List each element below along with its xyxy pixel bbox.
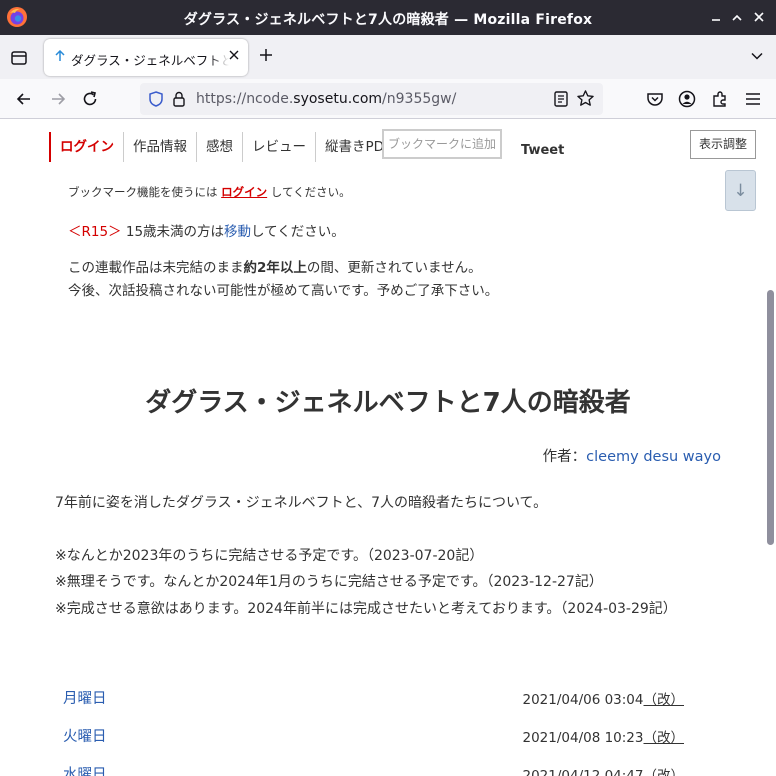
summary-lead: 7年前に姿を消したダグラス・ジェネルベフトと、7人の暗殺者たちについて。 bbox=[55, 495, 548, 511]
window-titlebar: ダグラス・ジェネルベフトと7人の暗殺者 — Mozilla Firefox bbox=[0, 0, 776, 35]
tab-close-icon[interactable] bbox=[227, 48, 241, 66]
url-host: syosetu.com bbox=[293, 91, 383, 107]
chapter-row: 水曜日 2021/04/12 04:47（改） bbox=[50, 754, 684, 776]
url-scheme: https:// bbox=[196, 91, 247, 107]
r15-move-link[interactable]: 移動 bbox=[224, 224, 251, 240]
shield-icon[interactable] bbox=[147, 90, 165, 108]
close-window-icon[interactable] bbox=[750, 8, 768, 26]
notice-line1-after: の間、更新されていません。 bbox=[306, 260, 482, 276]
url-text[interactable]: https://ncode.syosetu.com/n9355gw/ bbox=[196, 91, 456, 107]
chapter-revised-mark[interactable]: （改） bbox=[644, 692, 685, 708]
pocket-icon[interactable] bbox=[645, 89, 665, 109]
chapter-link[interactable]: 月曜日 bbox=[63, 687, 107, 708]
author-label: 作者： bbox=[542, 449, 587, 465]
navigation-toolbar: https://ncode.syosetu.com/n9355gw/ bbox=[0, 79, 776, 119]
notice-line-2: 今後、次話投稿されない可能性が極めて高いです。予めご了承下さい。 bbox=[68, 283, 499, 299]
page-content: ログイン 作品情報 感想 レビュー 縦書きPDF ブックマークに追加 Tweet… bbox=[0, 120, 776, 776]
chapter-revised-mark[interactable]: （改） bbox=[644, 768, 685, 776]
r15-before: 15歳未満の方は bbox=[121, 224, 225, 240]
notice-line1-bold: 約2年以上 bbox=[243, 260, 307, 276]
window-title: ダグラス・ジェネルベフトと7人の暗殺者 — Mozilla Firefox bbox=[183, 12, 593, 28]
novel-title: ダグラス・ジェネルベフトと7人の暗殺者 bbox=[145, 388, 631, 418]
display-settings-button[interactable]: 表示調整 bbox=[690, 130, 756, 159]
narou-favicon-icon bbox=[54, 49, 66, 65]
chapter-link[interactable]: 火曜日 bbox=[63, 725, 107, 746]
site-menu: ログイン 作品情報 感想 レビュー 縦書きPDF bbox=[49, 132, 401, 162]
reload-icon[interactable] bbox=[80, 89, 100, 109]
author-line: 作者：cleemy desu wayo bbox=[543, 445, 721, 466]
chapter-row: 火曜日 2021/04/08 10:23（改） bbox=[50, 716, 684, 754]
bookmark-note-login-link[interactable]: ログイン bbox=[221, 185, 267, 199]
tab-active[interactable]: ダグラス・ジェネルベフトと7人の暗殺者 bbox=[44, 39, 248, 76]
r15-tag: ＜R15＞ bbox=[68, 224, 122, 240]
chapter-date: 2021/04/12 04:47（改） bbox=[522, 764, 684, 776]
summary-note: ※完成させる意欲はあります。2024年前半には完成させたいと考えております。（2… bbox=[55, 600, 677, 617]
reader-view-icon[interactable] bbox=[553, 90, 569, 108]
stale-series-notice: この連載作品は未完結のまま約2年以上の間、更新されていません。 今後、次話投稿さ… bbox=[68, 257, 498, 303]
lock-icon[interactable] bbox=[171, 90, 187, 108]
bookmark-login-notice: ブックマーク機能を使うには ログイン してください。 bbox=[68, 184, 351, 200]
r15-notice: ＜R15＞ 15歳未満の方は移動してください。 bbox=[68, 220, 345, 240]
bookmark-note-before: ブックマーク機能を使うには bbox=[68, 185, 222, 199]
novel-info-link[interactable]: 作品情報 bbox=[123, 132, 196, 162]
minimize-icon[interactable] bbox=[707, 8, 725, 26]
chapter-list: 月曜日 2021/04/06 03:04（改） 火曜日 2021/04/08 1… bbox=[50, 678, 684, 776]
chapter-date: 2021/04/08 10:23（改） bbox=[522, 726, 684, 746]
chapter-date-text: 2021/04/06 03:04 bbox=[522, 692, 644, 708]
chapter-row: 月曜日 2021/04/06 03:04（改） bbox=[50, 678, 684, 716]
summary-note: ※無理そうです。なんとか2024年1月のうちに完結させる予定です。（2023-1… bbox=[55, 574, 603, 590]
novel-summary: 7年前に姿を消したダグラス・ジェネルベフトと、7人の暗殺者たちについて。 ※なん… bbox=[55, 490, 677, 622]
url-bar[interactable]: https://ncode.syosetu.com/n9355gw/ bbox=[140, 83, 603, 115]
review-link[interactable]: レビュー bbox=[242, 132, 315, 162]
firefox-view-icon[interactable] bbox=[8, 47, 30, 69]
url-path: /n9355gw/ bbox=[382, 91, 457, 107]
tab-title: ダグラス・ジェネルベフトと7人の暗殺者 bbox=[71, 53, 229, 68]
tab-strip: ダグラス・ジェネルベフトと7人の暗殺者 bbox=[0, 35, 776, 79]
summary-note: ※なんとか2023年のうちに完結させる予定です。（2023-07-20記） bbox=[55, 547, 484, 564]
chevron-down-icon[interactable] bbox=[750, 49, 764, 63]
notice-line-1: この連載作品は未完結のまま約2年以上の間、更新されていません。 bbox=[68, 257, 498, 280]
chapter-date-text: 2021/04/08 10:23 bbox=[522, 730, 644, 746]
maximize-icon[interactable] bbox=[728, 8, 746, 26]
back-arrow-icon[interactable] bbox=[14, 89, 34, 109]
extensions-puzzle-icon[interactable] bbox=[710, 89, 730, 109]
tweet-link[interactable]: Tweet bbox=[521, 143, 564, 158]
page-scrollbar[interactable] bbox=[767, 290, 774, 545]
author-name-link[interactable]: cleemy desu wayo bbox=[586, 449, 721, 465]
bookmark-note-after: してください。 bbox=[267, 185, 351, 199]
account-icon[interactable] bbox=[677, 89, 697, 109]
new-tab-button[interactable] bbox=[258, 46, 274, 66]
hamburger-menu-icon[interactable] bbox=[743, 89, 763, 109]
impressions-link[interactable]: 感想 bbox=[196, 132, 242, 162]
add-bookmark-button[interactable]: ブックマークに追加 bbox=[382, 129, 502, 159]
forward-arrow-icon[interactable] bbox=[48, 89, 68, 109]
notice-line1-before: この連載作品は未完結のまま bbox=[68, 260, 244, 276]
url-host-prefix: ncode. bbox=[246, 91, 294, 107]
chapter-date-text: 2021/04/12 04:47 bbox=[522, 768, 644, 776]
scroll-down-button[interactable]: ↓ bbox=[725, 170, 756, 211]
login-link[interactable]: ログイン bbox=[49, 132, 123, 162]
r15-after: してください。 bbox=[251, 224, 345, 240]
bookmark-star-icon[interactable] bbox=[576, 89, 595, 108]
summary-gap bbox=[55, 517, 677, 543]
chapter-date: 2021/04/06 03:04（改） bbox=[522, 688, 684, 708]
chapter-revised-mark[interactable]: （改） bbox=[644, 730, 685, 746]
chapter-link[interactable]: 水曜日 bbox=[63, 763, 107, 776]
